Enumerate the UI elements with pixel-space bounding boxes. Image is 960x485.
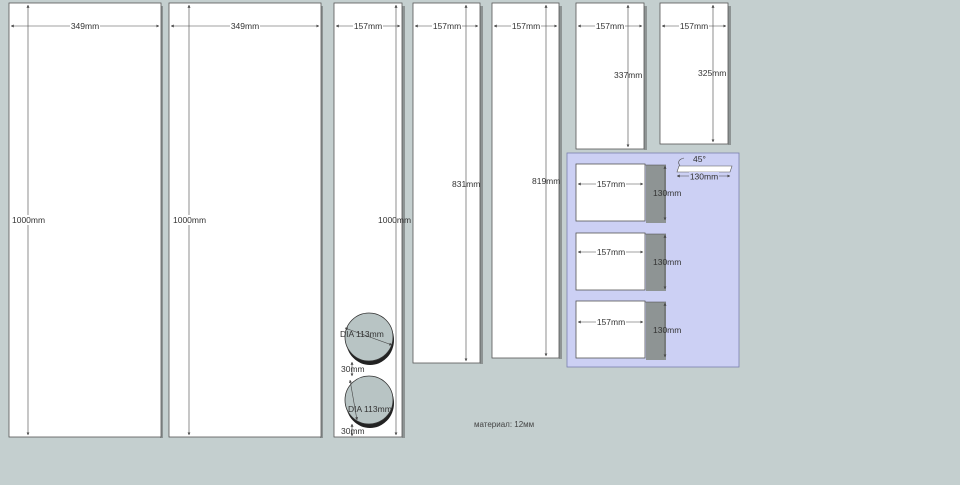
bevel-length-label: 130mm <box>690 172 718 182</box>
small-part-1-width-label: 157mm <box>597 179 625 189</box>
circle-2-dia-label: DIA 113mm <box>348 404 392 414</box>
panel-5[interactable]: 157mm 819mm <box>491 2 562 359</box>
panel-1[interactable]: 349mm 1000mm <box>8 2 163 438</box>
panel-6[interactable]: 157mm 337mm <box>575 2 647 150</box>
circle-1-dia-label: DIA 113mm <box>340 329 384 339</box>
small-part-3-height-label: 130mm <box>653 325 681 335</box>
material-note: материал: 12мм <box>474 420 534 429</box>
panel-3-width-label: 157mm <box>354 21 382 31</box>
gap-2-label: 30mm <box>341 426 365 436</box>
small-part-2-height-label: 130mm <box>653 257 681 267</box>
small-part-2[interactable]: 157mm 130mm <box>575 232 681 291</box>
small-part-2-width-label: 157mm <box>597 247 625 257</box>
panel-5-width-label: 157mm <box>512 21 540 31</box>
panel-2[interactable]: 349mm 1000mm <box>168 2 323 438</box>
panel-1-height-label: 1000mm <box>12 215 45 225</box>
small-part-1[interactable]: 157mm 130mm <box>575 163 681 223</box>
panel-5-height-label: 819mm <box>532 176 560 186</box>
bevel-angle-label: 45° <box>693 154 706 164</box>
gap-1-label: 30mm <box>341 364 365 374</box>
highlighted-parts-group[interactable]: 45° 130mm 157mm 130mm 157mm 130mm 157mm … <box>566 152 740 368</box>
panel-4-width-label: 157mm <box>433 21 461 31</box>
cut-diagram-canvas: 349mm 1000mm 349mm 1000mm 157mm 1000mm D… <box>8 2 740 438</box>
panel-6-height-label: 337mm <box>614 70 642 80</box>
small-part-3-width-label: 157mm <box>597 317 625 327</box>
panel-7-width-label: 157mm <box>680 21 708 31</box>
panel-7[interactable]: 157mm 325mm <box>659 2 731 145</box>
panel-2-height-label: 1000mm <box>173 215 206 225</box>
panel-4-height-label: 831mm <box>452 179 480 189</box>
panel-3[interactable]: 157mm 1000mm DIA 113mm 30mm DIA 113mm 30… <box>333 2 411 438</box>
small-part-1-height-label: 130mm <box>653 188 681 198</box>
small-part-3[interactable]: 157mm 130mm <box>575 300 681 360</box>
panel-4[interactable]: 157mm 831mm <box>412 2 483 364</box>
panel-2-width-label: 349mm <box>231 21 259 31</box>
panel-3-height-label: 1000mm <box>378 215 411 225</box>
panel-7-height-label: 325mm <box>698 68 726 78</box>
panel-1-width-label: 349mm <box>71 21 99 31</box>
panel-6-width-label: 157mm <box>596 21 624 31</box>
